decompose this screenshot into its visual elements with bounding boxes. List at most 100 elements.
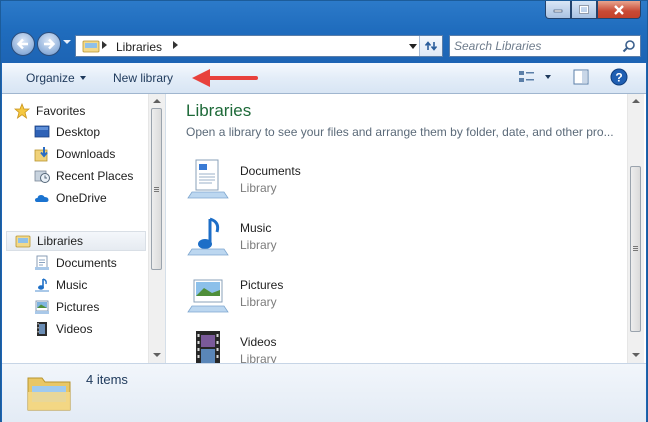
- library-name: Documents: [240, 164, 301, 178]
- libraries-folder-large-icon: [27, 377, 71, 411]
- library-kind: Library: [240, 181, 277, 195]
- breadcrumb-libraries[interactable]: Libraries: [116, 40, 162, 54]
- refresh-button[interactable]: [419, 36, 442, 56]
- recent-places-icon: [34, 168, 50, 184]
- music-icon: [34, 277, 50, 293]
- back-arrow-icon: [16, 38, 28, 50]
- library-name: Music: [240, 221, 272, 235]
- nav-item-downloads[interactable]: Downloads: [34, 144, 115, 164]
- help-button[interactable]: ?: [610, 68, 628, 86]
- nav-item-pictures[interactable]: Pictures: [34, 297, 99, 317]
- organize-button[interactable]: Organize: [26, 71, 86, 85]
- nav-favorites[interactable]: Favorites: [14, 101, 85, 121]
- nav-item-label: Desktop: [56, 125, 101, 139]
- search-box[interactable]: [449, 35, 641, 57]
- library-kind: Library: [240, 352, 277, 363]
- navigation-bar: Libraries: [1, 29, 647, 61]
- library-item-music[interactable]: Music Library: [186, 215, 346, 265]
- item-count: 4 items: [86, 372, 128, 387]
- scrollbar-thumb[interactable]: [151, 108, 162, 270]
- nav-item-music[interactable]: Music: [34, 275, 87, 295]
- preview-pane-icon: [573, 69, 589, 85]
- main-panes: Favorites Desktop Downloads Recent Place…: [2, 94, 646, 371]
- nav-item-label: Documents: [56, 256, 117, 270]
- breadcrumb-separator[interactable]: [173, 41, 178, 49]
- desktop-icon: [34, 124, 50, 140]
- library-kind: Library: [240, 238, 277, 252]
- downloads-icon: [34, 146, 50, 162]
- svg-text:?: ?: [615, 71, 622, 85]
- page-subtitle: Open a library to see your files and arr…: [186, 125, 614, 139]
- nav-item-label: Videos: [56, 322, 93, 336]
- nav-item-label: Pictures: [56, 300, 100, 314]
- documents-icon: [34, 255, 50, 271]
- preview-pane-button[interactable]: [573, 69, 591, 87]
- change-view-button[interactable]: [518, 70, 554, 86]
- close-button[interactable]: [597, 1, 641, 19]
- annotation-arrow: [192, 69, 258, 87]
- library-item-pictures[interactable]: Pictures Library: [186, 272, 346, 322]
- navigation-pane: Favorites Desktop Downloads Recent Place…: [2, 94, 166, 363]
- explorer-window: Libraries Organize New library: [0, 0, 648, 422]
- breadcrumb-separator[interactable]: [102, 41, 107, 49]
- library-name: Videos: [240, 335, 277, 349]
- command-bar: Organize New library ?: [2, 63, 646, 94]
- new-library-button[interactable]: New library: [113, 71, 173, 85]
- chevron-down-icon: [545, 75, 551, 79]
- nav-item-label: OneDrive: [56, 191, 107, 205]
- pictures-large-icon: [187, 279, 229, 313]
- content-scrollbar[interactable]: [627, 94, 644, 363]
- scroll-down-arrow[interactable]: [632, 353, 640, 357]
- scroll-down-arrow[interactable]: [153, 353, 161, 357]
- back-button[interactable]: [11, 32, 35, 56]
- nav-libraries-label: Libraries: [37, 234, 84, 248]
- libraries-folder-icon: [82, 40, 100, 53]
- caption-buttons: [545, 1, 641, 19]
- details-pane: 4 items: [2, 363, 646, 422]
- search-input[interactable]: [454, 37, 614, 55]
- content-pane: Libraries Open a library to see your fil…: [166, 94, 646, 371]
- chevron-down-icon: [79, 76, 86, 80]
- music-large-icon: [187, 217, 229, 256]
- nav-libraries[interactable]: Libraries: [6, 231, 146, 251]
- search-icon[interactable]: [622, 39, 636, 53]
- videos-icon: [34, 321, 50, 337]
- address-bar[interactable]: Libraries: [75, 35, 443, 57]
- documents-large-icon: [187, 159, 229, 199]
- favorites-star-icon: [14, 103, 30, 119]
- forward-arrow-icon: [44, 38, 56, 50]
- close-icon: [614, 4, 624, 15]
- onedrive-icon: [34, 190, 50, 206]
- help-icon: ?: [610, 68, 628, 86]
- refresh-icon: [424, 41, 438, 51]
- organize-label: Organize: [26, 71, 75, 85]
- scroll-up-arrow[interactable]: [632, 99, 640, 103]
- libraries-folder-icon: [15, 233, 31, 249]
- nav-item-desktop[interactable]: Desktop: [34, 122, 100, 142]
- nav-item-recent-places[interactable]: Recent Places: [34, 166, 133, 186]
- nav-item-label: Recent Places: [56, 169, 134, 183]
- pictures-icon: [34, 299, 50, 315]
- title-bar[interactable]: [1, 1, 647, 27]
- scroll-up-arrow[interactable]: [153, 99, 161, 103]
- nav-item-documents[interactable]: Documents: [34, 253, 117, 273]
- nav-item-label: Music: [56, 278, 88, 292]
- minimize-icon: [553, 9, 563, 12]
- view-list-icon: [519, 71, 534, 82]
- page-title: Libraries: [186, 101, 252, 120]
- recent-pages-dropdown[interactable]: [63, 40, 71, 44]
- library-item-documents[interactable]: Documents Library: [186, 158, 346, 208]
- library-name: Pictures: [240, 278, 284, 292]
- nav-item-onedrive[interactable]: OneDrive: [34, 188, 107, 208]
- forward-button[interactable]: [37, 32, 61, 56]
- nav-item-label: Downloads: [56, 147, 116, 161]
- address-dropdown-arrow[interactable]: [409, 44, 417, 49]
- library-kind: Library: [240, 295, 277, 309]
- nav-item-videos[interactable]: Videos: [34, 319, 92, 339]
- maximize-button[interactable]: [571, 1, 597, 19]
- scrollbar-thumb[interactable]: [630, 166, 641, 332]
- navigation-pane-scrollbar[interactable]: [148, 94, 165, 363]
- nav-favorites-label: Favorites: [36, 104, 86, 118]
- minimize-button[interactable]: [545, 1, 571, 19]
- maximize-icon: [579, 5, 589, 14]
